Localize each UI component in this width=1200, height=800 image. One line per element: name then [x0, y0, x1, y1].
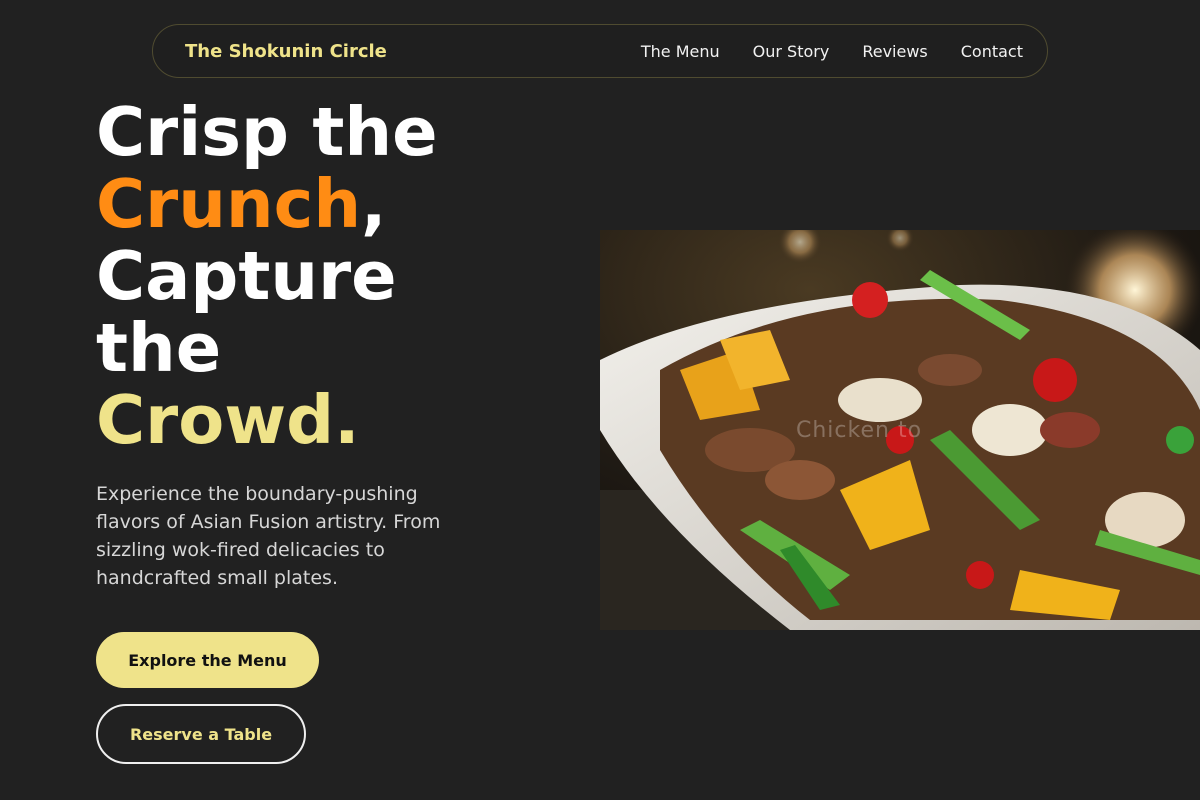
nav-links: The Menu Our Story Reviews Contact — [641, 42, 1023, 61]
headline-comma: , — [361, 165, 387, 243]
brand-logo-text[interactable]: The Shokunin Circle — [185, 41, 387, 62]
image-watermark: Chicken to — [796, 418, 923, 443]
hero-food-image: Chicken to — [600, 230, 1200, 630]
headline-accent-crunch: Crunch — [96, 165, 362, 243]
reserve-table-button[interactable]: Reserve a Table — [96, 704, 306, 764]
headline-line-3: Capture — [96, 237, 397, 315]
explore-menu-button[interactable]: Explore the Menu — [96, 632, 319, 688]
nav-link-our-story[interactable]: Our Story — [753, 42, 830, 61]
headline-line-4: the — [96, 309, 222, 387]
headline-line-1: Crisp the — [96, 93, 438, 171]
hero-headline: Crisp the Crunch, Capture the Crowd. — [96, 96, 556, 456]
nav-link-menu[interactable]: The Menu — [641, 42, 720, 61]
nav-link-reviews[interactable]: Reviews — [862, 42, 927, 61]
hero-description: Experience the boundary-pushing flavors … — [96, 483, 441, 589]
headline-accent-crowd: Crowd. — [96, 381, 360, 459]
top-nav: The Shokunin Circle The Menu Our Story R… — [152, 24, 1048, 78]
nav-link-contact[interactable]: Contact — [961, 42, 1023, 61]
